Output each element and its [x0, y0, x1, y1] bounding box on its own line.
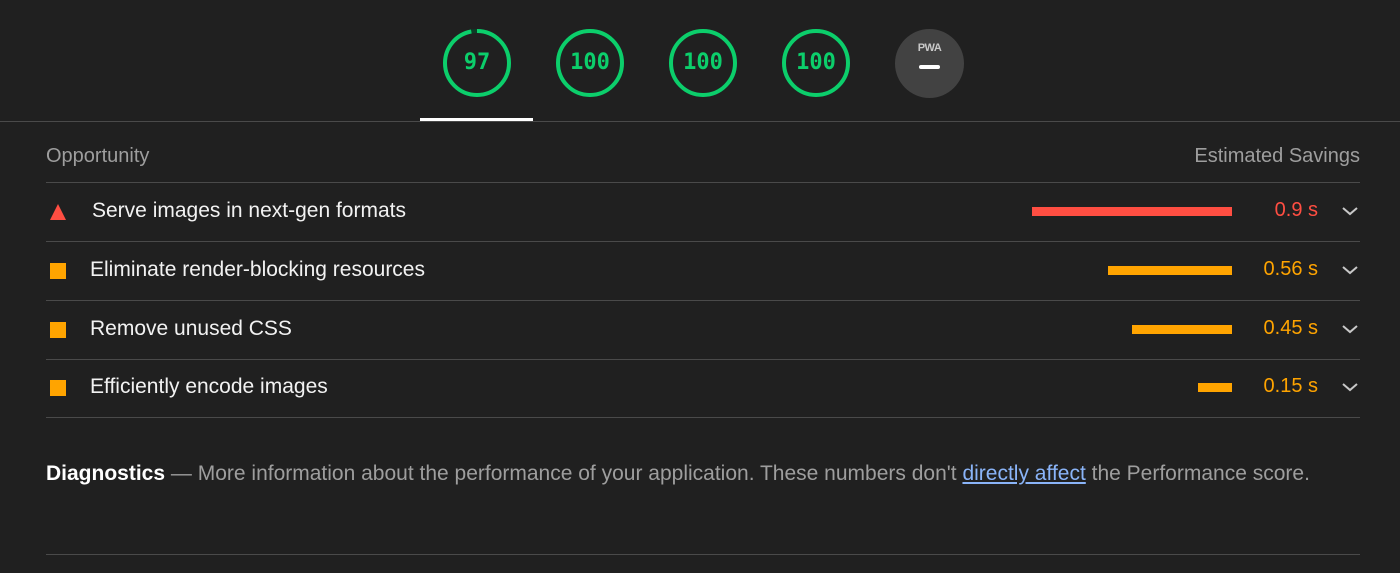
savings-value: 0.15 s	[1263, 375, 1318, 397]
chevron-down-icon[interactable]	[1340, 262, 1360, 278]
opportunity-table-header: Opportunity Estimated Savings	[46, 132, 1360, 183]
chevron-down-icon[interactable]	[1340, 321, 1360, 337]
audit-title: Remove unused CSS	[90, 317, 292, 340]
diagnostics-text: More information about the performance o…	[197, 462, 957, 485]
score-gauge-accessibility[interactable]: 100	[555, 28, 625, 98]
gauge-score: 100	[796, 50, 836, 75]
gauge-score: 100	[570, 50, 610, 75]
pwa-label: PWA	[917, 42, 942, 54]
score-gauge-performance[interactable]: 97	[442, 28, 512, 98]
savings-bar	[1198, 383, 1232, 392]
active-tab-indicator	[420, 118, 533, 121]
dash-icon	[919, 65, 940, 69]
savings-value: 0.9 s	[1274, 199, 1318, 221]
audit-row-next-gen-formats[interactable]: Serve images in next-gen formats 0.9 s	[46, 183, 1360, 242]
chevron-down-icon[interactable]	[1340, 203, 1360, 219]
triangle-icon	[50, 204, 66, 220]
column-estimated-savings: Estimated Savings	[1194, 145, 1360, 167]
diagnostics-separator: —	[170, 462, 192, 485]
audit-title: Eliminate render-blocking resources	[90, 258, 425, 281]
chevron-down-icon[interactable]	[1340, 379, 1360, 395]
gauge-score: 100	[683, 50, 723, 75]
audit-row-render-blocking[interactable]: Eliminate render-blocking resources 0.56…	[46, 242, 1360, 301]
square-icon	[50, 322, 66, 338]
diagnostics-title: Diagnostics	[46, 462, 166, 485]
savings-bar	[1032, 207, 1232, 216]
audit-title: Serve images in next-gen formats	[92, 199, 406, 222]
savings-bar	[1132, 325, 1232, 334]
square-icon	[50, 380, 66, 396]
audit-title: Efficiently encode images	[90, 375, 328, 398]
audit-row-encode-images[interactable]: Efficiently encode images 0.15 s	[46, 359, 1360, 418]
savings-value: 0.45 s	[1263, 317, 1318, 339]
savings-bar	[1108, 266, 1232, 275]
diagnostics-description: Diagnostics — More information about the…	[46, 455, 1326, 493]
score-gauge-best-practices[interactable]: 100	[668, 28, 738, 98]
savings-value: 0.56 s	[1263, 258, 1318, 280]
directly-affect-link[interactable]: directly affect	[962, 462, 1085, 485]
gauge-score: 97	[463, 50, 491, 75]
score-header: 97 100 100 100 PWA	[0, 0, 1400, 122]
column-opportunity: Opportunity	[46, 145, 150, 167]
pwa-badge[interactable]: PWA	[895, 29, 964, 98]
diagnostics-text-end: the Performance score.	[1091, 462, 1310, 485]
score-gauge-seo[interactable]: 100	[781, 28, 851, 98]
divider	[46, 554, 1360, 555]
audit-row-unused-css[interactable]: Remove unused CSS 0.45 s	[46, 301, 1360, 360]
square-icon	[50, 263, 66, 279]
